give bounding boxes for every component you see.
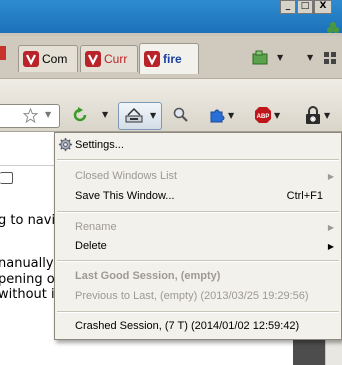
grid-view-icon[interactable] xyxy=(324,52,336,64)
chevron-down-icon: ▼ xyxy=(324,110,331,120)
menu-item-settings[interactable]: Settings... xyxy=(55,135,341,155)
menu-item-label: Rename xyxy=(75,221,117,233)
tab-label: fire xyxy=(163,52,182,66)
menu-item-label: Delete xyxy=(75,240,107,252)
reload-button[interactable] xyxy=(72,103,88,127)
adblock-plus-button[interactable]: ABP ▼ xyxy=(254,103,280,127)
menu-item-previous-to-last[interactable]: Previous to Last, (empty) (2013/03/25 19… xyxy=(55,286,341,306)
abp-text: ABP xyxy=(257,114,270,120)
session-manager-icon xyxy=(125,107,143,123)
menu-item-label: Settings... xyxy=(75,139,124,151)
menu-item-save-window[interactable]: Save This Window... Ctrl+F1 xyxy=(55,186,341,206)
tabbar-tools: ▼ ▼ xyxy=(232,46,342,70)
puzzle-piece-icon xyxy=(210,109,225,123)
chevron-down-icon[interactable]: ▼ xyxy=(45,110,51,119)
tab-label: Com xyxy=(42,52,68,66)
menu-separator xyxy=(57,211,339,213)
tab-groups-icon[interactable] xyxy=(252,50,270,66)
menu-item-last-good-session[interactable]: Last Good Session, (empty) xyxy=(55,266,341,286)
session-manager-menu: Settings... Closed Windows List ▶ Save T… xyxy=(54,132,342,340)
menu-separator xyxy=(57,311,339,313)
menu-separator xyxy=(57,159,339,161)
addons-button[interactable]: ▼ xyxy=(208,103,234,127)
chevron-down-icon: ▼ xyxy=(150,111,157,120)
submenu-arrow-icon: ▶ xyxy=(327,222,334,232)
chevron-down-icon[interactable]: ▼ xyxy=(102,110,108,119)
minimize-button[interactable]: _ xyxy=(280,0,296,14)
search-button[interactable] xyxy=(173,103,189,127)
chevron-down-icon[interactable]: ▼ xyxy=(277,53,283,62)
menu-item-label: Previous to Last, (empty) (2013/03/25 19… xyxy=(75,290,309,302)
submenu-arrow-icon: ▶ xyxy=(327,171,334,181)
bookmark-star-icon[interactable] xyxy=(23,108,38,123)
tab-com[interactable]: Com xyxy=(18,45,78,72)
tab-fire[interactable]: fire xyxy=(139,43,199,74)
menu-item-crashed-session[interactable]: Crashed Session, (7 T) (2014/01/02 12:59… xyxy=(55,316,341,336)
window-titlebar: _ □ X xyxy=(0,0,342,36)
gear-icon xyxy=(58,137,73,152)
chevron-down-icon: ▼ xyxy=(274,110,281,120)
vivaldi-tab-icon xyxy=(85,51,101,67)
tab-edge-red xyxy=(0,46,6,60)
menu-item-delete[interactable]: Delete ▶ xyxy=(55,236,341,256)
maximize-button[interactable]: □ xyxy=(297,0,313,14)
reload-icon xyxy=(73,107,87,122)
adblock-plus-icon: ABP xyxy=(255,107,271,123)
navigation-toolbar: ▼ ▼ ▼ ▼ ABP ▼ ▼ xyxy=(0,79,342,132)
divider xyxy=(0,165,60,166)
chevron-down-icon: ▼ xyxy=(228,110,235,120)
page-text-line: pening of xyxy=(0,272,60,287)
menu-item-label: Save This Window... xyxy=(75,190,175,202)
menu-item-closed-windows-list[interactable]: Closed Windows List ▶ xyxy=(55,166,341,186)
window-controls: _ □ X xyxy=(280,0,332,14)
page-text-line: without i xyxy=(0,287,55,302)
page-text-line: g to navi xyxy=(0,213,56,228)
lock-icon xyxy=(306,106,320,124)
menu-item-label: Crashed Session, (7 T) (2014/01/02 12:59… xyxy=(75,320,300,332)
tab-curr[interactable]: Curr xyxy=(80,45,138,72)
menu-item-rename[interactable]: Rename ▶ xyxy=(55,217,341,237)
magnifier-icon xyxy=(173,107,188,122)
tab-label: Curr xyxy=(104,52,128,66)
security-button[interactable]: ▼ xyxy=(304,103,330,127)
vivaldi-tab-icon xyxy=(23,51,39,67)
tab-bar: Com Curr fire ▼ ▼ xyxy=(0,36,342,79)
submenu-arrow-icon: ▶ xyxy=(327,241,334,251)
menu-separator xyxy=(57,260,339,262)
menu-item-shortcut: Ctrl+F1 xyxy=(286,190,323,202)
chevron-down-icon[interactable]: ▼ xyxy=(307,53,313,62)
comment-icon xyxy=(0,172,13,184)
close-button[interactable]: X xyxy=(314,0,332,14)
session-manager-button[interactable]: ▼ xyxy=(118,102,162,130)
menu-item-label: Closed Windows List xyxy=(75,170,178,182)
url-bar[interactable]: ▼ xyxy=(0,104,60,128)
vivaldi-tab-icon xyxy=(144,51,160,67)
menu-item-label: Last Good Session, (empty) xyxy=(75,270,221,282)
